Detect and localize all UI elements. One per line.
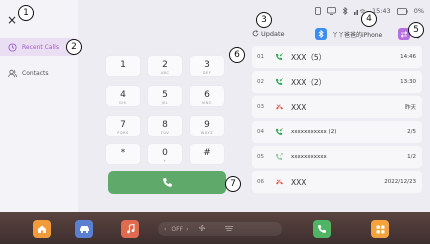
annotation-badge-2: 2 — [66, 39, 82, 55]
call-row[interactable]: 03 XXX 昨天 — [252, 96, 422, 118]
annotation-badge-5: 5 — [408, 22, 424, 38]
key-4[interactable]: 4 GHI — [106, 86, 140, 106]
bottom-dock: ‹ OFF › — [0, 212, 430, 244]
annotation-badge-1: 1 — [18, 5, 34, 21]
nav-contacts[interactable]: Contacts — [0, 64, 78, 82]
apps-grid-icon[interactable] — [371, 220, 389, 238]
key-0[interactable]: 0 + — [148, 144, 182, 164]
battery-level: 0% — [413, 7, 424, 15]
caller-name: xxxxxxxxxxx (2) — [291, 129, 337, 135]
climate-status: OFF — [171, 225, 184, 233]
annotation-badge-7: 7 — [225, 176, 241, 192]
key-3[interactable]: 3 DEF — [190, 56, 224, 76]
left-panel: × Recent Calls Contacts — [0, 0, 78, 212]
update-button[interactable]: Update — [252, 29, 285, 39]
key-6[interactable]: 6 MNO — [190, 86, 224, 106]
call-row[interactable]: 04 xxxxxxxxxxx (2) 2/5 — [252, 121, 422, 143]
recent-calls-list: 01 XXX（5） 14:46 02 XXX（2） 13:30 03 XXX 昨… — [252, 46, 428, 196]
key-7[interactable]: 7 PQRS — [106, 116, 140, 136]
key-1[interactable]: 1 — [106, 56, 140, 76]
chevron-left-icon[interactable]: ‹ — [164, 226, 166, 233]
call-index: 01 — [257, 54, 264, 60]
call-list-toolbar: Update 丫丫爸爸的iPhone — [252, 27, 428, 41]
seat-icon[interactable] — [224, 225, 234, 234]
annotation-badge-3: 3 — [256, 12, 272, 28]
call-time: 14:46 — [400, 54, 416, 60]
close-icon[interactable]: × — [5, 13, 19, 27]
outgoing-call-icon — [273, 153, 285, 161]
nav-label: Recent Calls — [22, 43, 59, 51]
call-row[interactable]: 05 xxxxxxxxxxx 1/2 — [252, 146, 422, 168]
car-icon[interactable] — [75, 220, 93, 238]
call-index: 04 — [257, 129, 264, 135]
music-icon[interactable] — [121, 220, 139, 238]
caller-name: XXX — [291, 102, 307, 112]
screen-status-icon — [327, 7, 336, 15]
connected-device-name[interactable]: 丫丫爸爸的iPhone — [332, 30, 382, 39]
call-index: 05 — [257, 154, 264, 160]
annotation-badge-6: 6 — [229, 47, 245, 63]
missed-call-icon — [273, 178, 285, 186]
caller-name: XXX（5） — [291, 52, 327, 62]
refresh-icon — [252, 29, 259, 39]
annotation-badge-4: 4 — [361, 11, 377, 27]
contacts-icon — [8, 69, 17, 78]
call-row[interactable]: 06 XXX 2022/12/23 — [252, 171, 422, 193]
call-row[interactable]: 01 XXX（5） 14:46 — [252, 46, 422, 68]
nav-label: Contacts — [22, 69, 49, 77]
key-hash[interactable]: # — [190, 144, 224, 164]
call-index: 02 — [257, 79, 264, 85]
call-row[interactable]: 02 XXX（2） 13:30 — [252, 71, 422, 93]
call-time: 2022/12/23 — [384, 179, 416, 185]
phone-app-icon[interactable] — [313, 220, 331, 238]
bluetooth-device-icon — [315, 28, 327, 40]
chevron-right-icon[interactable]: › — [186, 226, 188, 233]
caller-name: XXX — [291, 177, 307, 187]
incoming-call-icon — [273, 78, 285, 86]
bluetooth-status-icon — [342, 7, 348, 15]
call-time: 昨天 — [404, 105, 416, 111]
home-icon[interactable] — [33, 220, 51, 238]
clock-icon — [8, 42, 17, 52]
incoming-call-icon — [273, 128, 285, 136]
caller-name: XXX（2） — [291, 77, 327, 87]
caller-name: xxxxxxxxxxx — [291, 154, 327, 160]
call-index: 06 — [257, 179, 264, 185]
incoming-call-icon — [273, 53, 285, 61]
fan-icon[interactable] — [198, 224, 206, 234]
dial-call-button[interactable] — [108, 171, 226, 194]
call-time: 13:30 — [400, 79, 416, 85]
update-label: Update — [261, 30, 285, 38]
call-time: 1/2 — [407, 154, 416, 160]
call-time: 2/5 — [407, 129, 416, 135]
phone-app: × Recent Calls Contacts 15:43 0% Update — [0, 0, 430, 212]
phone-status-icon — [315, 7, 321, 15]
battery-icon — [396, 7, 408, 15]
climate-control[interactable]: ‹ OFF › — [158, 222, 282, 236]
key-9[interactable]: 9 WXYZ — [190, 116, 224, 136]
call-index: 03 — [257, 104, 264, 110]
key-8[interactable]: 8 TUV — [148, 116, 182, 136]
key-5[interactable]: 5 JKL — [148, 86, 182, 106]
key-2[interactable]: 2 ABC — [148, 56, 182, 76]
phone-icon — [162, 173, 173, 192]
key-star[interactable]: * — [106, 144, 140, 164]
missed-call-icon — [273, 103, 285, 111]
